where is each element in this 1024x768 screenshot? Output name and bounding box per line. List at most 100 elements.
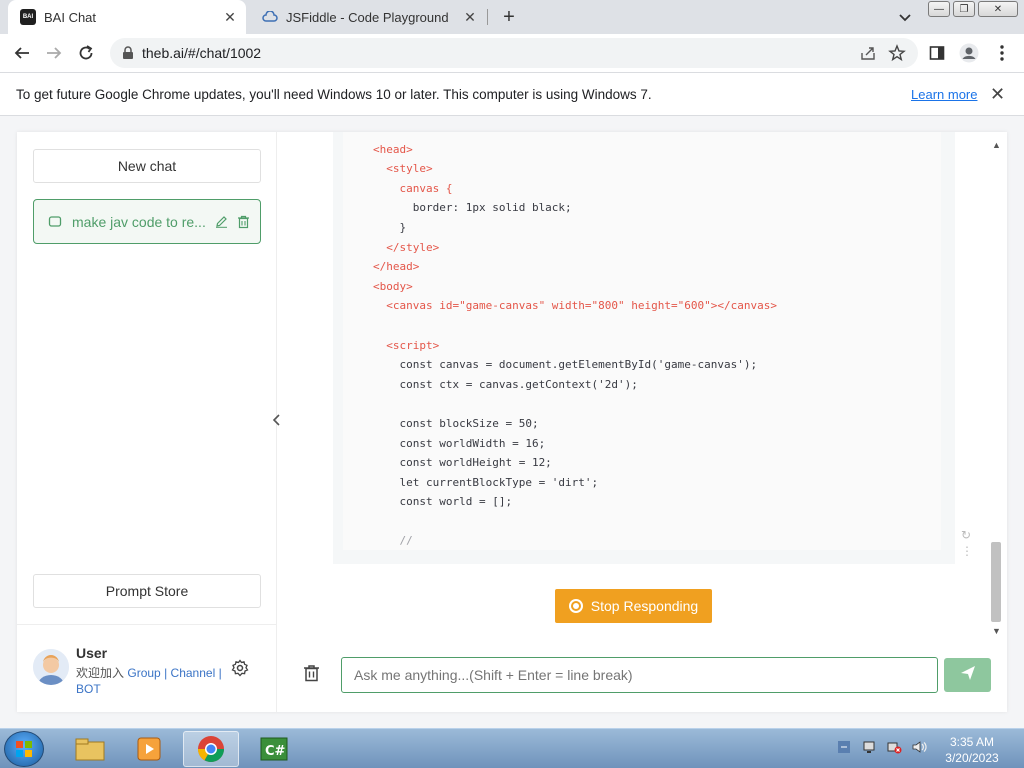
channel-link[interactable]: Channel [171,666,216,680]
forward-icon[interactable] [43,42,65,64]
tab-title: JSFiddle - Code Playground [286,9,449,25]
code-line: <canvas id="game-canvas" width="800" hei… [373,299,777,313]
chat-history-item[interactable]: make jav code to re... [33,199,261,244]
tab-close-icon[interactable]: ✕ [220,7,240,27]
restore-icon[interactable]: ❐ [953,1,975,17]
tab-search-chevron-icon[interactable] [895,7,915,27]
tab-jsfiddle[interactable]: JSFiddle - Code Playground ✕ [250,0,486,34]
start-button[interactable] [4,731,44,767]
stop-button-label: Stop Responding [590,598,699,614]
delete-icon[interactable] [232,212,254,232]
network-warning-icon[interactable] [886,739,902,755]
refresh-icon[interactable]: ↻ [961,528,975,542]
group-link[interactable]: Group [127,666,160,680]
user-name: User [76,645,108,661]
chat-main: <head> <style> canvas { border: 1px soli… [277,132,1007,712]
csharp-label: C# [265,744,286,759]
tab-close-icon[interactable]: ✕ [460,7,480,27]
code-line: // [373,534,413,548]
stop-circle-icon [568,599,583,613]
code-line: <head> [373,142,413,156]
chrome-taskbar-icon[interactable] [183,731,239,767]
chat-item-title: make jav code to re... [72,213,206,230]
bot-link[interactable]: BOT [76,682,101,696]
tab-strip: BAI BAI Chat ✕ JSFiddle - Code Playgroun… [0,0,1024,34]
code-line: const blockSize = 50; [373,416,539,430]
gear-icon[interactable] [231,659,249,682]
code-line: } [373,220,407,234]
chat-input[interactable] [341,657,938,693]
code-line: const worldWidth = 16; [373,436,546,450]
side-panel-icon[interactable] [926,42,948,64]
browser-toolbar: theb.ai/#/chat/1002 [0,34,1024,72]
window-close-icon[interactable]: ✕ [978,1,1018,17]
tab-separator [487,9,488,25]
send-button[interactable] [944,658,991,692]
scrollbar[interactable]: ▲ ▼ [990,140,1002,638]
assistant-message: <head> <style> canvas { border: 1px soli… [333,132,955,564]
edit-icon[interactable] [210,212,232,232]
code-line: const ctx = canvas.getContext('2d'); [373,377,638,391]
code-line: border: 1px solid black; [373,201,572,215]
scrollbar-thumb[interactable] [991,542,1001,622]
clear-chat-trash-icon[interactable] [303,664,320,687]
volume-icon[interactable] [911,739,927,755]
chat-app: New chat make jav code to re... Prompt S… [17,132,1007,712]
code-line: <body> [373,279,413,293]
code-line: const worldHeight = 12; [373,456,552,470]
community-links: 欢迎加入 Group | Channel | BOT [76,665,226,697]
message-tools: ↻ ⋮ [961,528,975,558]
chat-bubble-icon [48,215,62,229]
lock-icon[interactable] [122,46,134,65]
windows-taskbar: C# 3:35 AM 3/20/2023 [0,728,1024,768]
scroll-up-icon[interactable]: ▲ [992,140,1001,150]
sidebar: New chat make jav code to re... Prompt S… [17,132,277,712]
infobar-close-icon[interactable]: ✕ [990,84,1005,105]
more-vertical-icon[interactable]: ⋮ [961,544,975,558]
media-player-icon[interactable] [122,731,178,767]
system-clock[interactable]: 3:35 AM 3/20/2023 [940,734,1004,766]
minimize-icon[interactable]: — [928,1,950,17]
reload-icon[interactable] [75,42,97,64]
code-line: canvas { [373,181,453,195]
url-text: theb.ai/#/chat/1002 [142,45,262,61]
scroll-down-icon[interactable]: ▼ [992,626,1001,636]
file-explorer-icon[interactable] [62,731,118,767]
profile-avatar-icon[interactable] [958,42,980,64]
code-line: </head> [373,260,420,274]
infobar-message: To get future Google Chrome updates, you… [16,87,652,102]
code-line: const canvas = document.getElementById('… [373,358,758,372]
send-arrow-icon [960,665,976,686]
learn-more-link[interactable]: Learn more [911,87,977,102]
device-icon[interactable] [861,739,877,755]
page-background: New chat make jav code to re... Prompt S… [0,116,1024,728]
stop-responding-button[interactable]: Stop Responding [555,589,712,623]
link-separator: | [164,666,168,680]
code-content: <head> <style> canvas { border: 1px soli… [373,132,777,550]
clock-time: 3:35 AM [949,735,995,749]
user-panel: User 欢迎加入 Group | Channel | BOT [17,624,277,712]
action-center-icon[interactable] [836,739,852,755]
tab-bai-chat[interactable]: BAI BAI Chat ✕ [8,0,246,34]
chrome-menu-icon[interactable] [991,42,1013,64]
tab-title: BAI Chat [44,9,97,25]
avatar[interactable] [33,649,69,685]
new-tab-icon[interactable]: + [498,6,520,28]
code-line: const world = []; [373,495,513,509]
system-tray [836,739,927,755]
code-block: <head> <style> canvas { border: 1px soli… [343,132,941,550]
address-bar[interactable]: theb.ai/#/chat/1002 [110,38,918,68]
share-icon[interactable] [860,45,876,66]
code-line: let currentBlockType = 'dirt'; [373,475,599,489]
new-chat-button[interactable]: New chat [33,149,261,183]
link-separator: | [218,666,222,680]
code-line: </style> [373,240,440,254]
bookmark-star-icon[interactable] [888,44,906,67]
back-icon[interactable] [11,42,33,64]
code-line: <script> [373,338,440,352]
clock-date: 3/20/2023 [945,751,999,765]
csharp-app-icon[interactable]: C# [246,731,302,767]
prompt-store-button[interactable]: Prompt Store [33,574,261,608]
chrome-update-infobar: To get future Google Chrome updates, you… [0,72,1024,116]
jsfiddle-favicon-icon [262,9,278,25]
